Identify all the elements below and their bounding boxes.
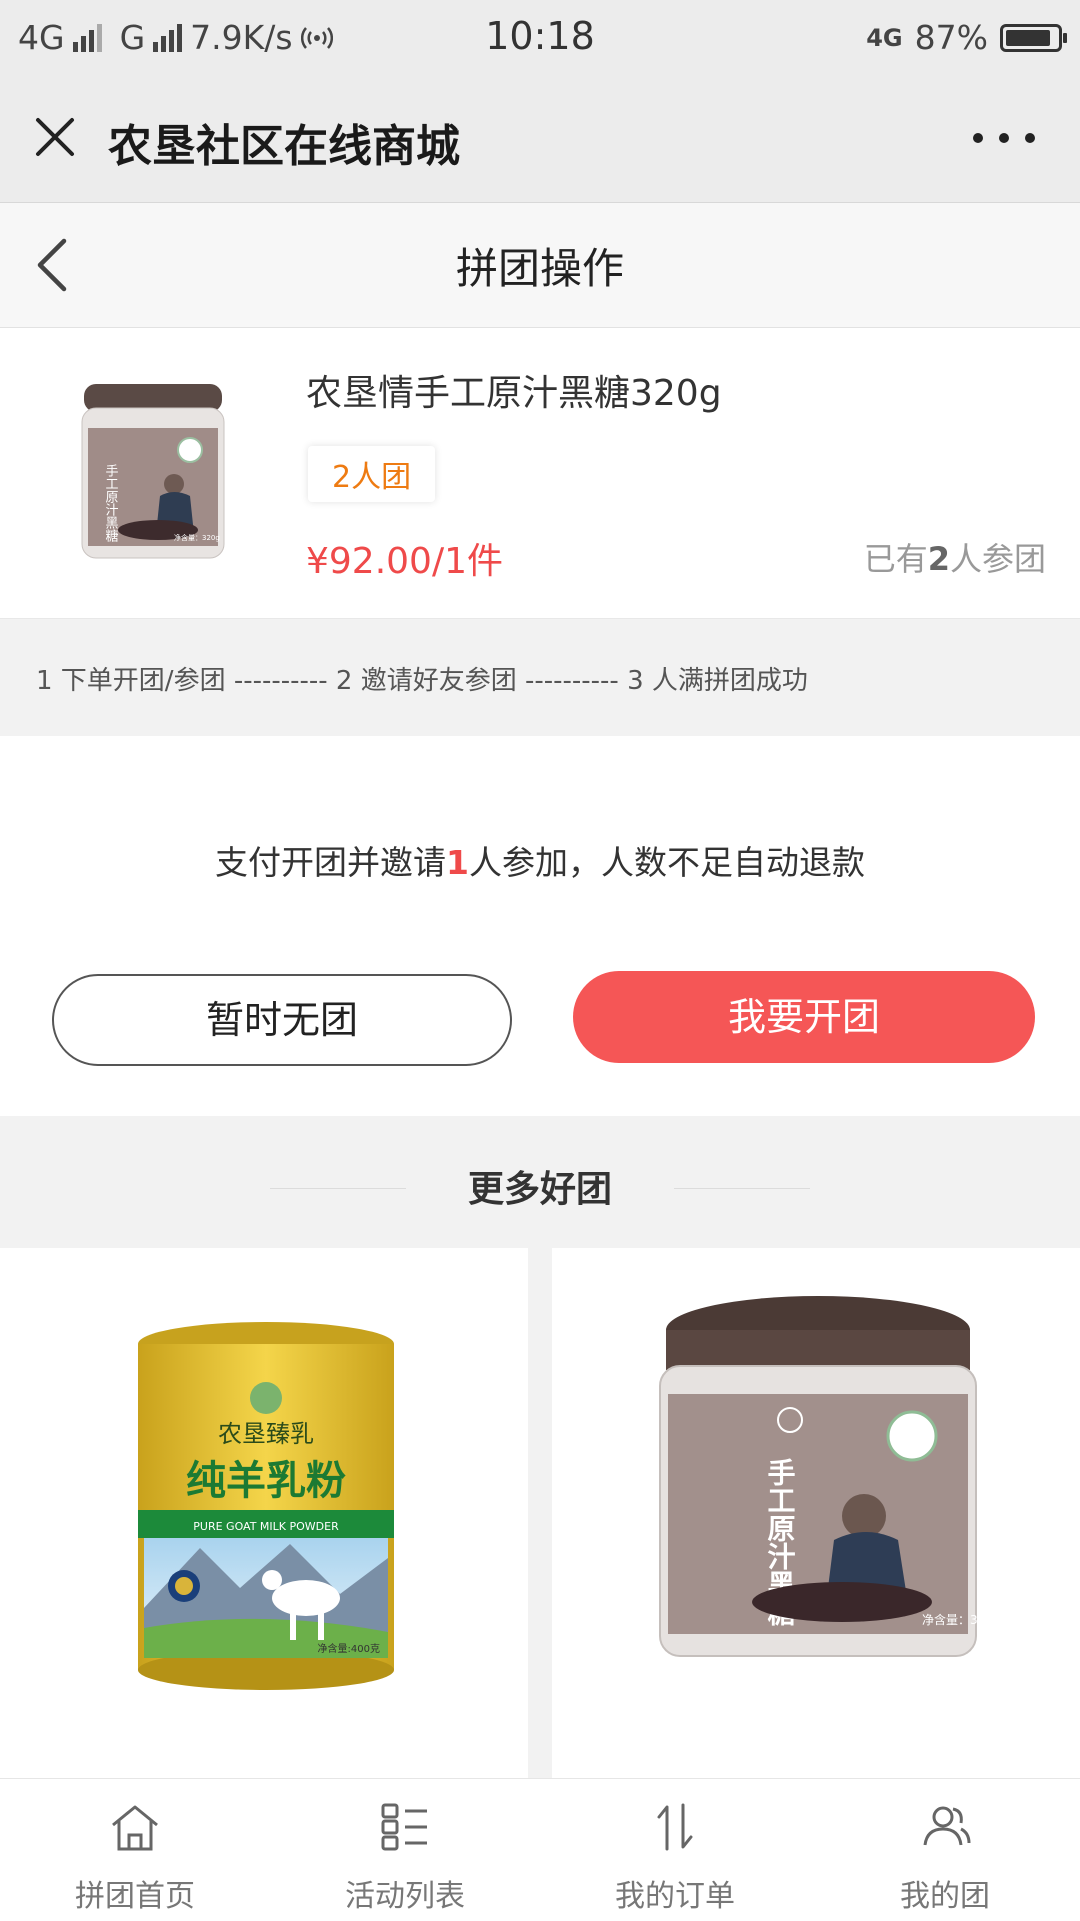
tab-orders[interactable]: 我的订单	[540, 1779, 810, 1921]
goat-milk-powder-image[interactable]: 农垦臻乳 纯羊乳粉 PURE GOAT MILK POWDER 净含量:400克	[0, 1248, 528, 1780]
tab-activities[interactable]: 活动列表	[270, 1779, 540, 1921]
product-card-goat-milk[interactable]: 农垦臻乳 纯羊乳粉 PURE GOAT MILK POWDER 净含量:400克	[0, 1248, 528, 1780]
list-icon	[381, 1803, 427, 1851]
group-size-badge: 2人团	[308, 446, 436, 502]
start-group-button[interactable]: 我要开团	[573, 971, 1035, 1063]
brown-sugar-jar-image[interactable]: 手工原汁黑糖 净含量：320g	[552, 1248, 1080, 1780]
product-card[interactable]: 手工原汁黑糖 净含量：320g 农垦情手工原汁黑糖320g 2人团 ¥92.00…	[0, 328, 1080, 619]
wechat-title-bar: 农垦社区在线商城	[0, 76, 1080, 203]
joined-prefix: 已有	[863, 540, 928, 578]
status-right: 4G 87%	[866, 18, 1067, 57]
joined-number: 2	[927, 540, 950, 578]
tab-label: 活动列表	[345, 1879, 465, 1914]
joined-suffix: 人参团	[949, 540, 1046, 578]
wechat-title: 农垦社区在线商城	[108, 121, 460, 172]
tab-home[interactable]: 拼团首页	[0, 1779, 270, 1921]
steps-text: 1 下单开团/参团 ---------- 2 邀请好友参团 ----------…	[36, 666, 808, 696]
status-bar: 4G G 7.9K/s 10:18 4G 87%	[0, 0, 1080, 76]
tab-label: 我的订单	[615, 1879, 735, 1914]
tab-label: 拼团首页	[75, 1879, 195, 1914]
tip-count: 1	[446, 843, 469, 882]
svg-text:净含量：320g: 净含量：320g	[174, 533, 220, 542]
product-image[interactable]: 手工原汁黑糖 净含量：320g	[78, 384, 228, 564]
svg-text:农垦臻乳: 农垦臻乳	[218, 1420, 314, 1448]
network-type-3: 4G	[866, 23, 903, 52]
battery-fill	[1006, 29, 1050, 46]
battery-icon	[1000, 23, 1067, 52]
orders-icon	[657, 1803, 693, 1851]
joined-count: 已有2人参团	[864, 534, 1046, 580]
bottom-tab-bar: 拼团首页 活动列表 我的订单 我的团	[0, 1778, 1080, 1921]
tip-suffix: 人参加，人数不足自动退款	[468, 843, 865, 882]
action-area: 支付开团并邀请1人参加，人数不足自动退款 暂时无团 我要开团	[0, 736, 1080, 1116]
home-icon	[112, 1805, 158, 1851]
svg-text:净含量：320g: 净含量：320g	[922, 1612, 1001, 1627]
group-tip: 支付开团并邀请1人参加，人数不足自动退款	[0, 836, 1080, 884]
product-name: 农垦情手工原汁黑糖320g	[306, 373, 722, 414]
group-icon	[923, 1806, 971, 1846]
page-title: 拼团操作	[455, 244, 624, 293]
close-icon[interactable]	[30, 112, 80, 162]
svg-text:手工原汁黑糖: 手工原汁黑糖	[103, 464, 119, 543]
tab-label: 我的团	[900, 1879, 990, 1914]
more-icon[interactable]	[968, 126, 1040, 150]
product-card-brown-sugar[interactable]: 手工原汁黑糖 净含量：320g	[552, 1248, 1080, 1780]
tip-prefix: 支付开团并邀请	[215, 843, 447, 882]
svg-text:PURE GOAT MILK POWDER: PURE GOAT MILK POWDER	[193, 1520, 339, 1533]
divider-right	[674, 1188, 810, 1189]
more-groups-header: 更多好团	[0, 1116, 1080, 1248]
battery-percent: 87%	[914, 18, 988, 57]
svg-text:净含量:400克: 净含量:400克	[318, 1642, 380, 1655]
group-steps: 1 下单开团/参团 ---------- 2 邀请好友参团 ----------…	[0, 620, 1080, 734]
tab-my-groups[interactable]: 我的团	[810, 1779, 1080, 1921]
page-header: 拼团操作	[0, 203, 1080, 328]
product-price: ¥92.00/1件	[306, 541, 503, 582]
no-group-button[interactable]: 暂时无团	[52, 974, 512, 1066]
svg-text:纯羊乳粉: 纯羊乳粉	[186, 1458, 346, 1504]
more-groups-title: 更多好团	[467, 1169, 612, 1210]
